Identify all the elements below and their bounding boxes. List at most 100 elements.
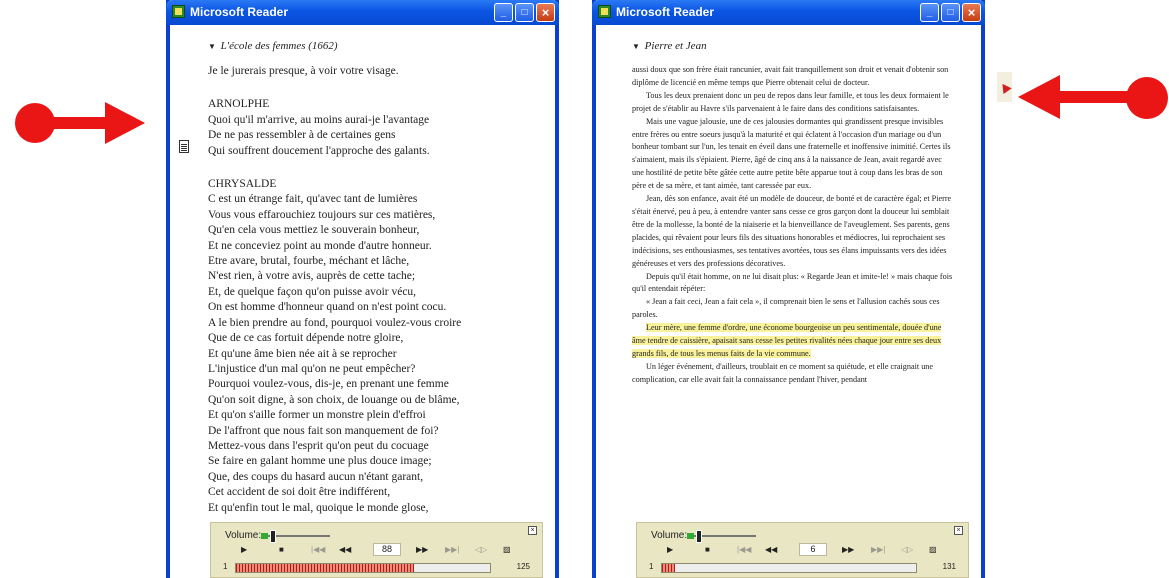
page-content: ▼ L'école des femmes (1662) Je le jurera… <box>208 40 543 516</box>
verse-line: Mettez-vous dans l'esprit qu'on peut du … <box>208 439 429 452</box>
page-number-field[interactable]: 88 <box>373 543 401 556</box>
progress-end-label: 131 <box>942 562 956 571</box>
title-bar[interactable]: Microsoft Reader _ □ × <box>592 0 985 25</box>
chapter-title[interactable]: ▼ L'école des femmes (1662) <box>208 40 543 52</box>
app-icon[interactable] <box>598 5 611 18</box>
prose-text: aussi doux que son frère était rancunier… <box>632 64 954 387</box>
document-icon[interactable] <box>179 140 189 153</box>
progress-end-label: 125 <box>516 562 530 571</box>
progress-fill <box>662 564 675 572</box>
paragraph: Tous les deux prenaient donc un peu de r… <box>632 90 949 113</box>
close-button[interactable]: × <box>962 3 981 22</box>
volume-slider[interactable] <box>687 530 756 543</box>
speaker-name: ARNOLPHE <box>208 98 270 111</box>
verse-line: C est un étrange fait, qu'avec tant de l… <box>208 193 418 206</box>
callout-arrow-left <box>1018 75 1168 120</box>
previous-page-button[interactable]: ◀◀ <box>765 544 777 556</box>
paragraph: Jean, dès son enfance, avait été un modè… <box>632 194 952 268</box>
verse-line: Vous vous effarouchiez toujours sur ces … <box>208 208 436 221</box>
maximize-button[interactable]: □ <box>941 3 960 22</box>
verse-text: Je le jurerais presque, à voir votre vis… <box>208 64 543 516</box>
close-button[interactable]: × <box>536 3 555 22</box>
progress-row: 1 131 <box>637 561 968 575</box>
verse-line: L'injustice d'un mal qu'on ne peut empêc… <box>208 362 416 375</box>
previous-page-button[interactable]: ◀◀ <box>339 544 351 556</box>
last-page-button[interactable]: ▶▶| <box>871 544 885 556</box>
app-icon[interactable] <box>172 5 185 18</box>
callout-arrow-right <box>15 102 145 144</box>
verse-line: Qu'en cela vous mettiez le souverain bon… <box>208 224 420 237</box>
arrow-shaft <box>45 117 107 129</box>
window-title: Microsoft Reader <box>190 5 289 19</box>
verse-line: Quoi qu'il m'arrive, au moins aurai-je l… <box>208 113 430 126</box>
volume-level-icon <box>687 533 694 539</box>
progress-start-label: 1 <box>649 562 654 571</box>
close-player-button[interactable]: × <box>954 526 963 535</box>
audio-player: Volume: × ▶ ■ |◀◀ ◀◀ ▶▶ ▶▶| ◁▷ ▨ 6 1 131 <box>636 522 969 578</box>
verse-line: De ne pas ressembler à de certaines gens <box>208 129 396 142</box>
progress-bar[interactable] <box>235 563 491 573</box>
progress-bar[interactable] <box>661 563 917 573</box>
page-content: ▼ Pierre et Jean aussi doux que son frèr… <box>632 40 967 387</box>
verse-line: A le bien prendre au fond, pourquoi voul… <box>208 316 462 329</box>
maximize-button[interactable]: □ <box>515 3 534 22</box>
play-button[interactable]: ▶ <box>241 544 247 556</box>
next-page-button[interactable]: ▶▶ <box>842 544 854 556</box>
reader-window-right: Microsoft Reader _ □ × ▼ Pierre et Jean … <box>592 0 985 578</box>
highlighted-paragraph[interactable]: Leur mère, une femme d'ordre, une économ… <box>632 322 954 361</box>
volume-level-icon <box>261 533 268 539</box>
verse-line: Pourquoi voulez-vous, dis-je, en prenant… <box>208 378 449 391</box>
verse-line: Et, de quelque façon qu'on puisse avoir … <box>208 285 417 298</box>
verse-line: Et qu'on s'aille former un monstre plein… <box>208 409 426 422</box>
speaker-name: CHRYSALDE <box>208 178 277 191</box>
verse-line: On est homme d'honneur quand on n'est po… <box>208 301 447 314</box>
stop-button[interactable]: ■ <box>279 544 284 556</box>
volume-slider-handle[interactable] <box>270 530 276 543</box>
verse-line: Et ne conceviez point au monde d'autre h… <box>208 239 432 252</box>
verse-line: Que, des coups du hasard aucun n'étant g… <box>208 470 424 483</box>
verse-line: Etre avare, brutal, fourbe, méchant et l… <box>208 255 410 268</box>
first-page-button[interactable]: |◀◀ <box>311 544 325 556</box>
last-page-button[interactable]: ▶▶| <box>445 544 459 556</box>
bookmark-toggle-button[interactable]: ▨ <box>929 544 937 556</box>
progress-start-label: 1 <box>223 562 228 571</box>
play-button[interactable]: ▶ <box>667 544 673 556</box>
minimize-button[interactable]: _ <box>494 3 513 22</box>
verse-line: N'est rien, à votre avis, auprès de cett… <box>208 270 416 283</box>
reader-window-left: Microsoft Reader _ □ × ▼ L'école des fem… <box>166 0 559 578</box>
paragraph: Mais une vague jalousie, une de ces jalo… <box>632 116 951 191</box>
verse-line: Qu'on soit digne, à son choix, de louang… <box>208 393 460 406</box>
next-page-button[interactable]: ▶▶ <box>416 544 428 556</box>
first-page-button[interactable]: |◀◀ <box>737 544 751 556</box>
progress-row: 1 125 <box>211 561 542 575</box>
bookmark-icon[interactable] <box>997 72 1012 102</box>
loop-button[interactable]: ◁▷ <box>901 544 913 556</box>
verse-line: Qui souffrent doucement l'approche des g… <box>208 144 430 157</box>
arrow-dot <box>1126 77 1168 119</box>
page-number-field[interactable]: 6 <box>799 543 827 556</box>
chevron-down-icon: ▼ <box>208 42 216 51</box>
chapter-title-text: Pierre et Jean <box>644 40 707 52</box>
audio-player: Volume: × ▶ ■ |◀◀ ◀◀ ▶▶ ▶▶| ◁▷ ▨ 88 1 12… <box>210 522 543 578</box>
paragraph: Un léger événement, d'ailleurs, troublai… <box>632 361 934 384</box>
stop-button[interactable]: ■ <box>705 544 710 556</box>
volume-slider[interactable] <box>261 530 330 543</box>
highlight[interactable]: Leur mère, une femme d'ordre, une économ… <box>632 323 942 358</box>
bookmark-toggle-button[interactable]: ▨ <box>503 544 511 556</box>
chapter-title[interactable]: ▼ Pierre et Jean <box>632 40 967 52</box>
chevron-down-icon: ▼ <box>632 42 640 51</box>
verse-line: Cet accident de soi doit être indifféren… <box>208 486 391 499</box>
verse-line: Et qu'enfin tout le mal, quoique le mond… <box>208 501 429 514</box>
close-player-button[interactable]: × <box>528 526 537 535</box>
verse-line: Je le jurerais presque, à voir votre vis… <box>208 65 399 77</box>
minimize-button[interactable]: _ <box>920 3 939 22</box>
verse-line: Se faire en galant homme une plus douce … <box>208 455 432 468</box>
progress-fill <box>236 564 414 572</box>
verse-line: De l'affront que nous fait son manquemen… <box>208 424 439 437</box>
volume-slider-handle[interactable] <box>696 530 702 543</box>
paragraph: aussi doux que son frère était rancunier… <box>632 65 949 87</box>
title-bar[interactable]: Microsoft Reader _ □ × <box>166 0 559 25</box>
loop-button[interactable]: ◁▷ <box>475 544 487 556</box>
verse-line: Que de ce cas fortuit dépende notre gloi… <box>208 332 404 345</box>
volume-label: Volume: <box>651 530 688 541</box>
